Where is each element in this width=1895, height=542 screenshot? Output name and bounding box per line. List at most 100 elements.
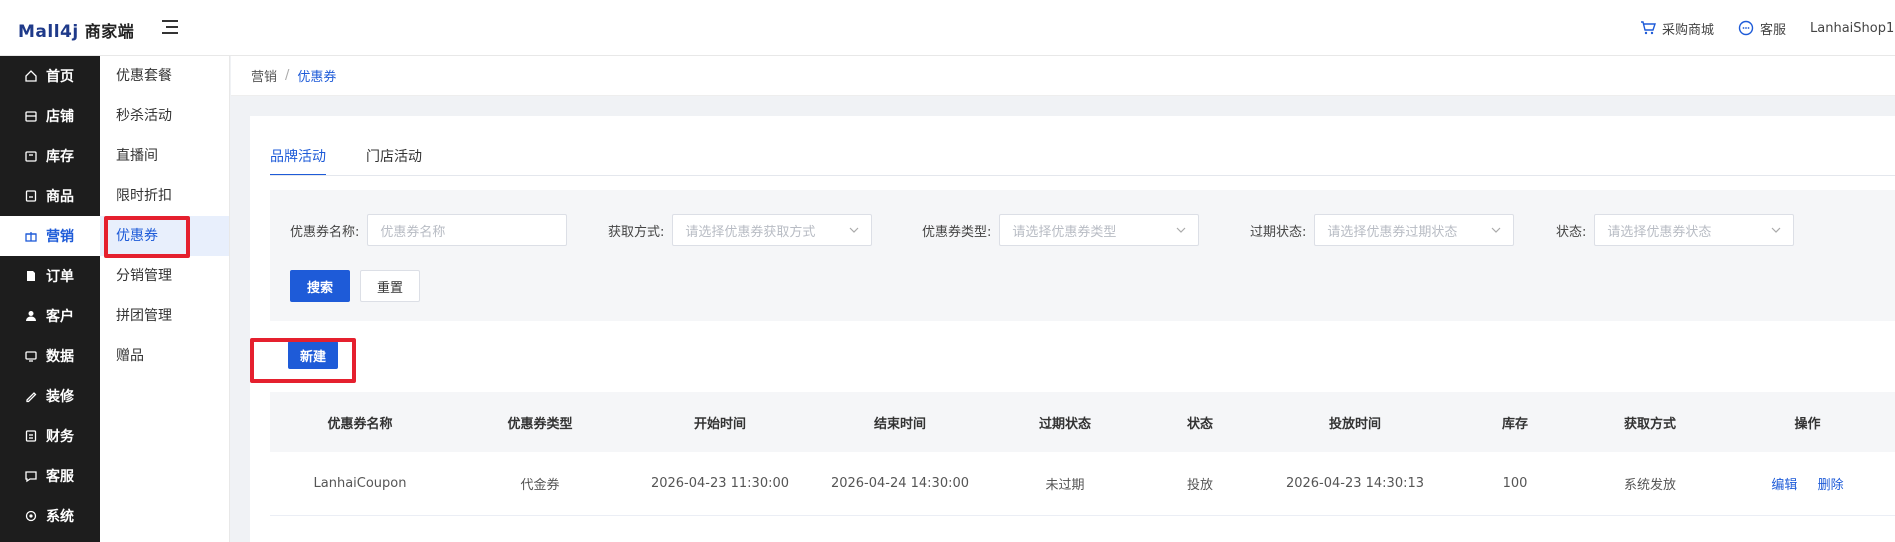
coupon-card: 品牌活动 门店活动 优惠券名称: 优惠券名称 获取方式: 请选择优惠券获取方式 … (250, 116, 1895, 542)
marketing-submenu: 优惠套餐 秒杀活动 直播间 限时折扣 优惠券 分销管理 拼团管理 赠品 (100, 56, 230, 542)
cart-icon (1640, 21, 1656, 35)
tab-divider (270, 175, 1895, 176)
table-row: LanhaiCoupon 代金券 2026-04-23 11:30:00 202… (270, 452, 1895, 516)
sidebar-label: 商品 (46, 189, 74, 205)
decoration-icon (26, 392, 37, 403)
tab-brand-activity[interactable]: 品牌活动 (270, 140, 326, 176)
sidebar-item-finance[interactable]: 财务 (0, 416, 100, 456)
sidebar-item-customer[interactable]: 客户 (0, 296, 100, 336)
status-select[interactable]: 请选择优惠券状态 (1594, 214, 1795, 246)
user-icon (26, 311, 36, 321)
tab-store-activity[interactable]: 门店活动 (366, 140, 422, 176)
sidebar-item-system[interactable]: 系统 (0, 496, 100, 536)
purchase-mall-label: 采购商城 (1661, 22, 1714, 38)
breadcrumb-current: 优惠券 (297, 70, 337, 85)
cell-release: 2026-04-23 14:30:13 (1285, 476, 1425, 491)
menu-collapse-icon[interactable] (160, 20, 178, 36)
sidebar-item-goods[interactable]: 商品 (0, 176, 100, 216)
sidebar-item-decoration[interactable]: 装修 (0, 376, 100, 416)
logo[interactable]: Mall4j 商家端 (18, 18, 134, 42)
coupon-name-field: 优惠券名称: 优惠券名称 (290, 214, 568, 246)
submenu-item-seckill[interactable]: 秒杀活动 (100, 96, 229, 136)
type-field: 优惠券类型: 请选择优惠券类型 (922, 214, 1200, 246)
cell-actions: 编辑 删除 (1720, 474, 1895, 493)
delete-link[interactable]: 删除 (1818, 478, 1844, 493)
cell-end: 2026-04-24 14:30:00 (830, 476, 970, 491)
sidebar-item-inventory[interactable]: 库存 (0, 136, 100, 176)
gift-icon (25, 232, 37, 242)
sidebar-label: 首页 (46, 69, 74, 85)
status-field: 状态: 请选择优惠券状态 (1556, 214, 1795, 246)
breadcrumb: 营销 / 优惠券 (231, 56, 1895, 96)
submenu-item-discount[interactable]: 限时折扣 (100, 176, 229, 216)
chat-bubble-icon (1738, 20, 1754, 36)
submenu-item-live[interactable]: 直播间 (100, 136, 229, 176)
sidebar-item-data[interactable]: 数据 (0, 336, 100, 376)
chat-icon (25, 471, 37, 483)
expire-label: 过期状态: (1250, 224, 1307, 240)
chevron-down-icon (849, 227, 859, 233)
sidebar-label: 装修 (46, 389, 74, 405)
breadcrumb-separator: / (285, 68, 290, 83)
cell-type: 代金券 (520, 478, 560, 493)
coupon-name-input[interactable]: 优惠券名称 (367, 214, 568, 246)
sidebar-item-home[interactable]: 首页 (0, 56, 100, 96)
reset-button[interactable]: 重置 (360, 270, 420, 302)
submenu-item-gift[interactable]: 赠品 (100, 336, 229, 376)
user-menu[interactable]: LanhaiShop1 (1810, 21, 1895, 36)
search-button[interactable]: 搜索 (290, 270, 350, 302)
data-icon (25, 351, 37, 362)
submenu-item-distribution[interactable]: 分销管理 (100, 256, 229, 296)
expire-placeholder: 请选择优惠券过期状态 (1327, 224, 1458, 240)
submenu-item-coupon[interactable]: 优惠券 (100, 216, 229, 256)
table-header: 优惠券名称 优惠券类型 开始时间 结束时间 过期状态 状态 投放时间 库存 获取… (270, 392, 1895, 452)
sidebar-item-order[interactable]: 订单 (0, 256, 100, 296)
chevron-down-icon (1771, 227, 1781, 233)
header-actions: 采购商城 客服 LanhaiShop1 (1640, 0, 1895, 56)
type-select[interactable]: 请选择优惠券类型 (999, 214, 1200, 246)
column-header: 开始时间 (693, 416, 746, 432)
home-icon (25, 70, 37, 82)
new-coupon-button[interactable]: 新建 (288, 341, 338, 369)
breadcrumb-parent[interactable]: 营销 (251, 66, 277, 85)
cell-stock: 100 (1502, 476, 1528, 491)
column-header: 投放时间 (1328, 416, 1381, 432)
column-header: 结束时间 (873, 416, 926, 432)
sidebar-label: 系统 (46, 509, 74, 525)
customer-service-link[interactable]: 客服 (1738, 19, 1786, 38)
logo-brand: Mall4j (18, 22, 79, 42)
column-header: 优惠券名称 (327, 416, 393, 432)
submenu-item-groupbuy[interactable]: 拼团管理 (100, 296, 229, 336)
purchase-mall-link[interactable]: 采购商城 (1640, 19, 1714, 38)
sidebar-label: 营销 (46, 229, 74, 245)
submenu-item-package[interactable]: 优惠套餐 (100, 56, 229, 96)
search-panel: 优惠券名称: 优惠券名称 获取方式: 请选择优惠券获取方式 优惠券类型: 请选择… (270, 190, 1895, 321)
type-label: 优惠券类型: (922, 224, 992, 240)
coupon-name-label: 优惠券名称: (290, 224, 360, 240)
inventory-icon (25, 151, 37, 162)
username: LanhaiShop1 (1810, 20, 1895, 36)
column-header: 状态 (1186, 416, 1213, 432)
type-placeholder: 请选择优惠券类型 (1012, 224, 1117, 240)
main-sidebar: 首页 店铺 库存 商品 营销 订单 客户 数据 装修 财务 客服 系统 (0, 56, 100, 542)
method-select[interactable]: 请选择优惠券获取方式 (672, 214, 873, 246)
shop-icon (25, 111, 37, 122)
cell-name: LanhaiCoupon (313, 476, 407, 491)
expire-select[interactable]: 请选择优惠券过期状态 (1314, 214, 1515, 246)
cell-method: 系统发放 (1623, 478, 1676, 493)
status-label: 状态: (1556, 224, 1587, 240)
sidebar-item-shop[interactable]: 店铺 (0, 96, 100, 136)
expire-field: 过期状态: 请选择优惠券过期状态 (1250, 214, 1515, 246)
sidebar-item-marketing[interactable]: 营销 (0, 216, 100, 256)
sidebar-label: 客户 (46, 309, 74, 325)
edit-link[interactable]: 编辑 (1771, 478, 1797, 493)
coupon-table: 优惠券名称 优惠券类型 开始时间 结束时间 过期状态 状态 投放时间 库存 获取… (270, 392, 1895, 516)
sidebar-label: 数据 (46, 349, 74, 365)
sidebar-item-service[interactable]: 客服 (0, 456, 100, 496)
method-placeholder: 请选择优惠券获取方式 (685, 224, 816, 240)
sidebar-label: 订单 (46, 269, 74, 285)
gear-icon (25, 510, 37, 522)
logo-subtitle: 商家端 (84, 22, 135, 41)
order-icon (27, 271, 35, 281)
activity-tabs: 品牌活动 门店活动 (270, 140, 462, 176)
